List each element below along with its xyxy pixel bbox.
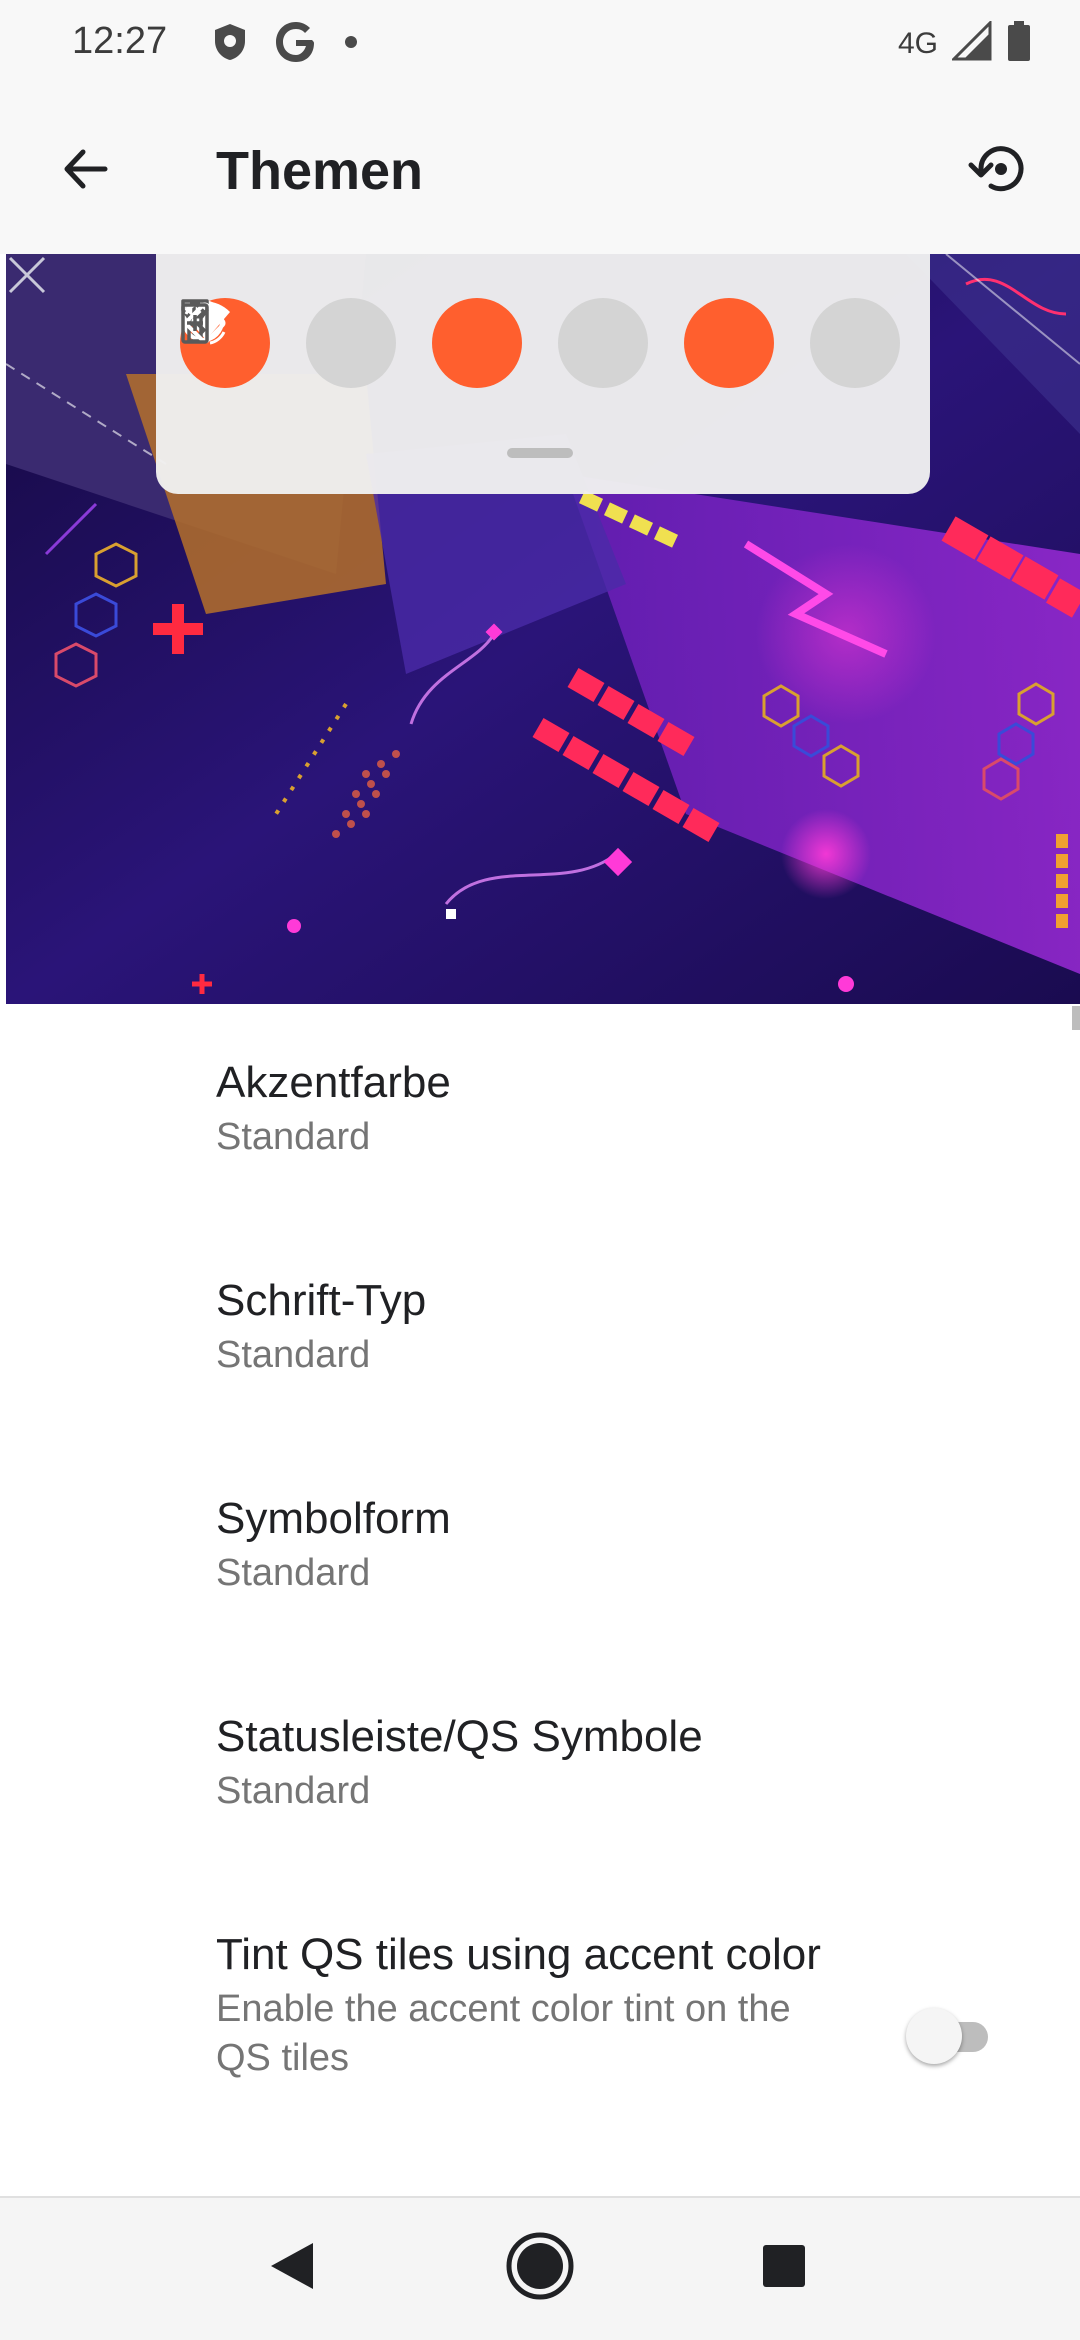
- back-triangle-icon: [269, 2241, 315, 2296]
- qs-tile-bluetooth[interactable]: [182, 298, 396, 388]
- nav-home-button[interactable]: [500, 2228, 580, 2308]
- status-time: 12:27: [72, 20, 168, 62]
- nav-recents-button[interactable]: [744, 2228, 824, 2308]
- setting-title: Symbolform: [216, 1494, 451, 1543]
- restore-icon: [967, 137, 1031, 206]
- scroll-indicator: [1072, 1006, 1080, 1030]
- nav-back-button[interactable]: [252, 2228, 332, 2308]
- reset-button[interactable]: [954, 126, 1044, 216]
- setting-summary: Standard: [216, 1552, 371, 1594]
- arrow-back-icon: [59, 143, 111, 200]
- status-bar: 12:27 4G: [0, 0, 1080, 86]
- setting-title: Tint QS tiles using accent color: [216, 1930, 821, 1979]
- shield-icon: [212, 22, 248, 67]
- toggle-thumb: [906, 2008, 962, 2064]
- theme-preview: [6, 254, 1080, 1004]
- setting-summary: Enable the accent color tint on the QS t…: [216, 1988, 791, 2079]
- setting-title: Schrift-Typ: [216, 1276, 427, 1325]
- home-circle-icon: [505, 2231, 575, 2306]
- setting-statusbar-icons[interactable]: Statusleiste/QS Symbole Standard: [216, 1708, 996, 1816]
- recents-square-icon: [761, 2243, 807, 2294]
- navigation-bar: [0, 2196, 1080, 2340]
- app-bar: Themen: [0, 86, 1080, 254]
- network-type: 4G: [897, 26, 938, 60]
- tint-qs-toggle[interactable]: [906, 2008, 996, 2064]
- google-icon: [274, 20, 318, 69]
- qs-drag-handle[interactable]: [507, 448, 573, 458]
- battery-icon: [1006, 20, 1032, 67]
- setting-summary: Standard: [216, 1116, 371, 1158]
- setting-summary: Standard: [216, 1334, 371, 1376]
- setting-title: Statusleiste/QS Symbole: [216, 1712, 703, 1761]
- signal-icon: [950, 19, 992, 66]
- setting-accent-color[interactable]: Akzentfarbe Standard: [216, 1054, 996, 1162]
- qs-tile-auto-rotate[interactable]: [184, 298, 774, 388]
- notification-dot-icon: [344, 35, 358, 54]
- qs-tile-battery-saver[interactable]: [181, 298, 900, 388]
- qs-tile-flashlight[interactable]: [181, 298, 648, 388]
- quick-settings-panel: [156, 254, 930, 494]
- close-preview-icon: [8, 256, 46, 294]
- qs-tile-do-not-disturb[interactable]: [182, 298, 522, 388]
- page-title: Themen: [216, 141, 424, 201]
- setting-title: Akzentfarbe: [216, 1058, 451, 1107]
- setting-icon-shape[interactable]: Symbolform Standard: [216, 1490, 996, 1598]
- back-button[interactable]: [40, 126, 130, 216]
- setting-tint-qs-tiles[interactable]: Tint QS tiles using accent color Enable …: [216, 1926, 836, 2083]
- setting-font-type[interactable]: Schrift-Typ Standard: [216, 1272, 996, 1380]
- setting-summary: Standard: [216, 1770, 371, 1812]
